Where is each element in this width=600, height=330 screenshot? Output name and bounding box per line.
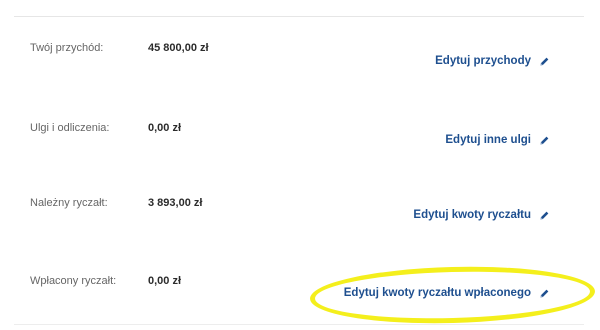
edit-link-label: Edytuj przychody	[435, 55, 531, 67]
edit-kwoty-ryczaltu-link[interactable]: Edytuj kwoty ryczałtu	[413, 209, 550, 221]
edit-ulgi-link[interactable]: Edytuj inne ulgi	[445, 134, 550, 146]
edit-kwoty-ryczaltu-wplaconego-link[interactable]: Edytuj kwoty ryczałtu wpłaconego	[344, 287, 550, 299]
row-value: 3 893,00 zł	[148, 197, 203, 209]
row-wplacony-ryczalt: Wpłacony ryczałt: 0,00 zł Edytuj kwoty r…	[0, 273, 600, 330]
row-przychod: Twój przychód: 45 800,00 zł Edytuj przyc…	[0, 38, 600, 98]
row-label: Ulgi i odliczenia:	[30, 122, 110, 134]
bottom-divider	[14, 324, 584, 325]
row-value: 0,00 zł	[148, 275, 182, 287]
edit-przychody-link[interactable]: Edytuj przychody	[435, 55, 550, 67]
row-value: 0,00 zł	[148, 122, 182, 134]
top-divider	[14, 16, 584, 17]
pencil-icon	[540, 57, 549, 66]
pencil-icon	[540, 136, 549, 145]
row-label: Należny ryczałt:	[30, 197, 108, 209]
edit-link-label: Edytuj kwoty ryczałtu	[413, 209, 531, 221]
row-nalezny-ryczalt: Należny ryczałt: 3 893,00 zł Edytuj kwot…	[0, 194, 600, 254]
row-label: Wpłacony ryczałt:	[30, 275, 117, 287]
row-value: 45 800,00 zł	[148, 42, 209, 54]
summary-panel: Twój przychód: 45 800,00 zł Edytuj przyc…	[0, 0, 600, 330]
edit-link-label: Edytuj inne ulgi	[445, 134, 531, 146]
pencil-icon	[540, 211, 549, 220]
row-ulgi: Ulgi i odliczenia: 0,00 zł Edytuj inne u…	[0, 118, 600, 178]
pencil-icon	[540, 289, 549, 298]
row-label: Twój przychód:	[30, 42, 104, 54]
edit-link-label: Edytuj kwoty ryczałtu wpłaconego	[343, 287, 531, 299]
